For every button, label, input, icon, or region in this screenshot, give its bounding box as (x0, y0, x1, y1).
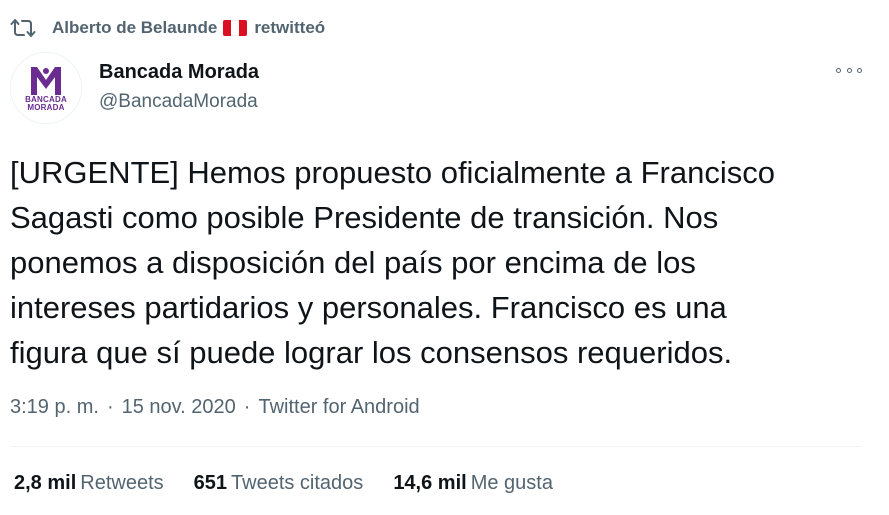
dot-icon (846, 67, 852, 73)
retweet-action-label: retwitteó (254, 18, 326, 37)
likes-count: 14,6 mil (393, 472, 467, 494)
tweet-meta: 3:19 p. m. · 15 nov. 2020 · Twitter for … (10, 396, 420, 419)
quote-tweets-label: Tweets citados (231, 472, 364, 494)
more-options-button[interactable] (836, 60, 862, 80)
tweet-stats: 2,8 mil Retweets 651 Tweets citados 14,6 m… (14, 472, 583, 495)
divider (10, 446, 862, 447)
avatar[interactable]: BANCADA MORADA (10, 52, 82, 124)
bancada-morada-logo-icon (31, 67, 61, 95)
quote-tweets-count: 651 (193, 472, 228, 494)
tweet-date-link[interactable]: 15 nov. 2020 (122, 396, 236, 419)
tweet-source-link[interactable]: Twitter for Android (258, 396, 419, 419)
author-display-name[interactable]: Bancada Morada (99, 61, 259, 84)
tweet-card: Alberto de Belaunde retwitteó BANCADA MO… (0, 0, 889, 515)
dot-icon (857, 67, 862, 73)
dot-icon (836, 67, 841, 73)
retweeter-name[interactable]: Alberto de Belaunde (52, 18, 217, 38)
meta-separator: · (106, 396, 114, 418)
tweet-time-link[interactable]: 3:19 p. m. (10, 396, 99, 419)
retweets-stat[interactable]: 2,8 mil Retweets (14, 472, 164, 495)
tweet-text: [URGENTE] Hemos propuesto oficialmente a… (10, 155, 775, 370)
meta-separator: · (243, 396, 251, 418)
retweets-count: 2,8 mil (14, 472, 77, 494)
retweets-label: Retweets (80, 472, 164, 494)
likes-label: Me gusta (470, 472, 553, 494)
author-handle[interactable]: @BancadaMorada (99, 91, 258, 113)
likes-stat[interactable]: 14,6 mil Me gusta (393, 472, 553, 495)
avatar-logo-text: BANCADA MORADA (25, 95, 67, 112)
peru-flag-icon (223, 20, 248, 36)
quote-tweets-stat[interactable]: 651 Tweets citados (194, 472, 364, 495)
retweet-context[interactable]: Alberto de Belaunde retwitteó (10, 16, 325, 40)
retweet-icon (10, 16, 40, 40)
